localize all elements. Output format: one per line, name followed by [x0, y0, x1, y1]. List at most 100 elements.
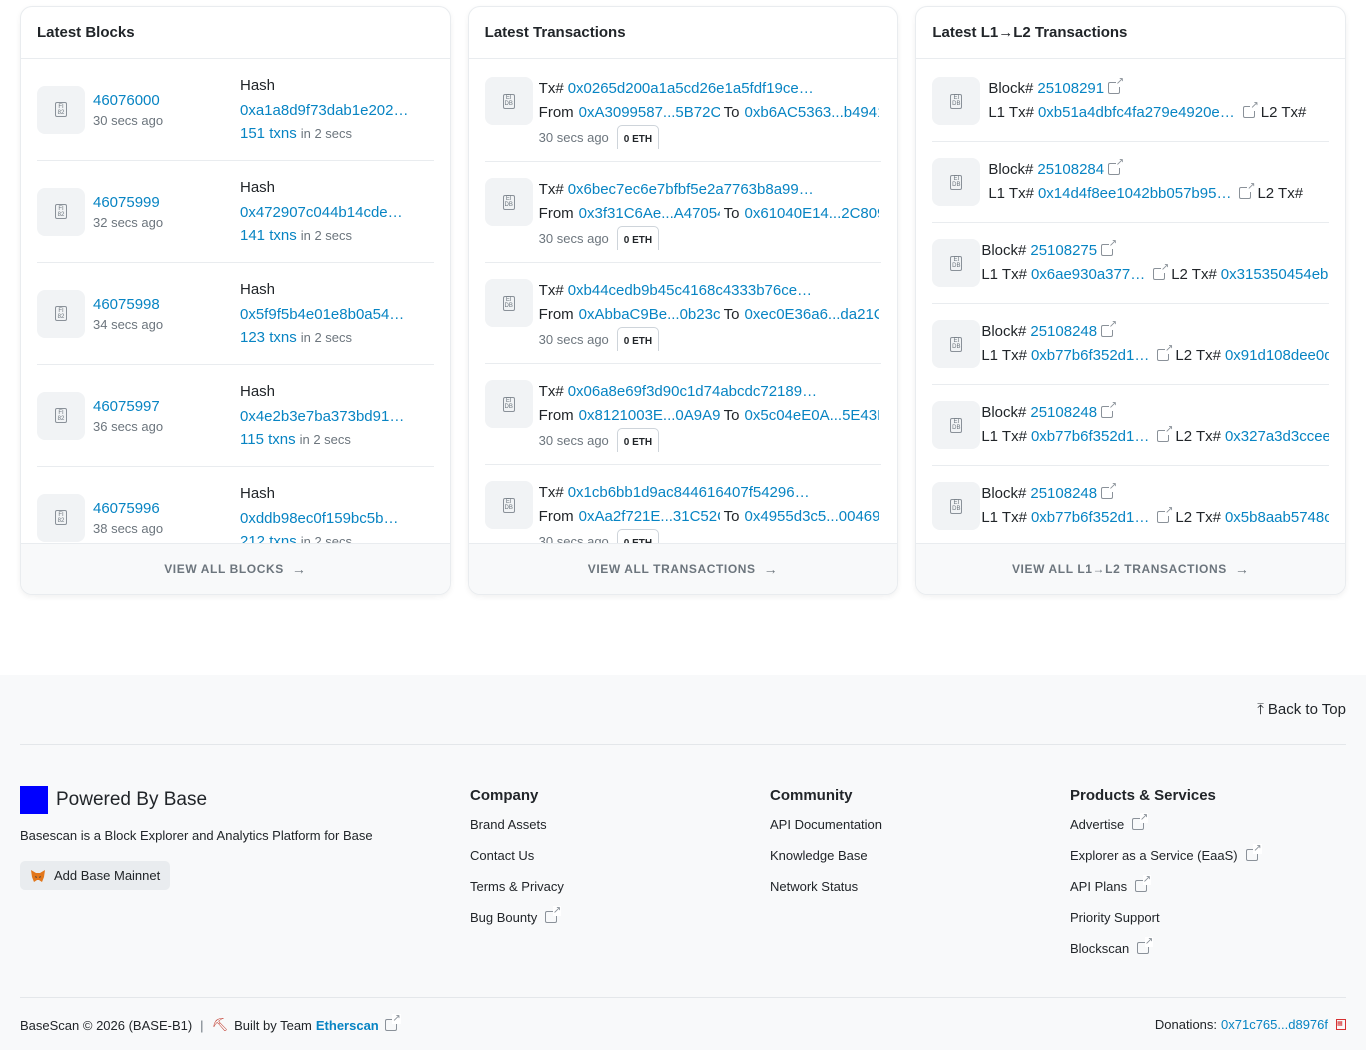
external-link-icon — [1137, 937, 1154, 954]
priority-support-link[interactable]: Priority Support — [1070, 909, 1258, 940]
l1-tx-link[interactable]: 0xb77b6f352d1… — [1031, 509, 1149, 526]
tx-value-badge: 0 ETH — [616, 529, 660, 543]
add-network-button[interactable]: Add Base Mainnet — [20, 861, 171, 890]
qr-code-icon[interactable]: ▦ — [1336, 1019, 1346, 1030]
l2-tx-link[interactable]: 0x5b8aab5748c… — [1225, 509, 1329, 526]
tx-value-badge: 0 ETH — [616, 226, 660, 250]
tx-to-link[interactable]: 0xb6AC5363...b49418 — [745, 104, 879, 121]
l2-tx-link[interactable]: 0x327a3d3cceef… — [1225, 428, 1329, 445]
brand-assets-link[interactable]: Brand Assets — [470, 816, 564, 847]
l1-block-link[interactable]: 25108275 — [1030, 242, 1097, 259]
network-status-link[interactable]: Network Status — [770, 878, 882, 909]
tx-to-link[interactable]: 0x4955d3c5...00469fE — [745, 508, 879, 525]
block-hash-link[interactable]: 0x472907c044b14cde… — [240, 204, 403, 221]
tx-hash-link[interactable]: 0x0265d200a1a5cd26e1a5fdf19ce… — [568, 80, 814, 97]
contact-us-link[interactable]: Contact Us — [470, 847, 564, 878]
block-txns-link[interactable]: 115 txns — [240, 431, 296, 448]
advertise-link[interactable]: Advertise — [1070, 813, 1258, 847]
block-number-link[interactable]: 46075996 — [93, 500, 240, 517]
external-link-icon[interactable] — [1239, 182, 1256, 199]
tx-label: Tx# — [538, 282, 564, 299]
tx-hash-link[interactable]: 0x06a8e69f3d90c1d74abcdc72189… — [568, 383, 817, 400]
hash-label: Hash — [240, 179, 276, 196]
block-number-link[interactable]: 46075997 — [93, 398, 240, 415]
terms-privacy-link[interactable]: Terms & Privacy — [470, 878, 564, 909]
external-link-icon[interactable] — [1101, 320, 1118, 337]
tx-hash-link[interactable]: 0x6bec7ec6e7bfbf5e2a7763b8a99… — [568, 181, 814, 198]
block-time: in 2 secs — [299, 432, 351, 447]
l1-tx-link[interactable]: 0x14d4f8ee1042bb057b95… — [1038, 185, 1232, 202]
block-number-link[interactable]: 46075999 — [93, 194, 240, 211]
tx-to-link[interactable]: 0xec0E36a6...da21Cb — [745, 306, 879, 323]
tx-from-link[interactable]: 0xAbbaC9Be...0b23c9 — [579, 303, 720, 327]
l1-block-link[interactable]: 25108248 — [1030, 323, 1097, 340]
knowledge-base-link[interactable]: Knowledge Base — [770, 847, 882, 878]
l1l2-details: Block#25108248L1 Tx#0xb77b6f352d1…L2 Tx#… — [980, 320, 1329, 368]
latest-l1l2-list[interactable]: EIDBBlock#25108291L1 Tx#0xb51a4dbfc4fa27… — [916, 59, 1345, 543]
bug-bounty-link[interactable]: Bug Bounty — [470, 906, 564, 940]
latest-transactions-list[interactable]: EI DB Tx# 0x0265d200a1a5cd26e1a5fdf19ce… Fro… — [469, 59, 898, 543]
block-hash-link[interactable]: 0x4e2b3e7ba373bd91… — [240, 408, 404, 425]
block-txns-link[interactable]: 151 txns — [240, 125, 297, 142]
l2-tx-link[interactable]: 0x91d108dee0d… — [1225, 347, 1329, 364]
tx-hash-link[interactable]: 0x1cb6bb1d9ac844616407f54296… — [568, 484, 810, 501]
tx-hash-link[interactable]: 0xb44cedb9b45c4168c4333b76ce… — [568, 282, 812, 299]
back-to-top-link[interactable]: ⤒ Back to Top — [1257, 701, 1346, 718]
l1-tx-link[interactable]: 0xb51a4dbfc4fa279e4920e… — [1038, 104, 1235, 121]
l1-tx-link[interactable]: 0x6ae930a377… — [1031, 266, 1145, 283]
l1-tx-line: L1 Tx#0xb51a4dbfc4fa279e4920e… L2 Tx# — [988, 101, 1329, 125]
l2-tx-link[interactable]: 0x315350454eb… — [1221, 266, 1329, 283]
external-link-icon[interactable] — [1157, 506, 1174, 523]
block-number-link[interactable]: 46076000 — [93, 92, 240, 109]
block-details: Hash 0x472907c044b14cde… 141 txns in 2 secs — [240, 179, 403, 244]
api-documentation-link[interactable]: API Documentation — [770, 816, 882, 847]
tx-meta-line: 30 secs ago 0 ETH — [539, 125, 879, 149]
blockscan-link[interactable]: Blockscan — [1070, 937, 1258, 971]
external-link-icon[interactable] — [1101, 482, 1118, 499]
block-hash-link[interactable]: 0x5f9f5b4e01e8b0a54… — [240, 306, 404, 323]
donations-address-link[interactable]: 0x71c765...d8976f — [1221, 1017, 1328, 1032]
document-icon: EI DB — [932, 239, 981, 287]
tx-from-link[interactable]: 0xAa2f721E...31C52C — [579, 505, 720, 529]
block-time: in 2 secs — [300, 534, 353, 543]
l2-tx-label: L2 Tx# — [1175, 509, 1221, 526]
l1-tx-link[interactable]: 0xb77b6f352d1… — [1031, 428, 1149, 445]
view-all-l1l2-button[interactable]: VIEW ALL L1→L2 TRANSACTIONS → — [916, 543, 1346, 594]
tx-to-link[interactable]: 0x5c04eE0A...5E43E5 — [745, 407, 879, 424]
external-link-icon[interactable] — [1108, 77, 1125, 94]
external-link-icon[interactable] — [1157, 425, 1174, 442]
transaction-row: EI DB Tx# 0x1cb6bb1d9ac844616407f54296… From… — [484, 465, 882, 543]
l1-block-link[interactable]: 25108284 — [1037, 161, 1104, 178]
block-txns-link[interactable]: 212 txns — [240, 533, 297, 543]
external-link-icon[interactable] — [1242, 101, 1259, 118]
external-link-icon[interactable] — [1157, 344, 1174, 361]
block-hash-link[interactable]: 0xa1a8d9f73dab1e202… — [240, 102, 409, 119]
latest-transactions-title: Latest Transactions — [468, 7, 898, 59]
block-number-link[interactable]: 46075998 — [93, 296, 240, 313]
external-link-icon[interactable] — [1101, 239, 1118, 256]
block-hash-link[interactable]: 0xddb98ec0f159bc5b… — [240, 510, 398, 527]
external-link-icon[interactable] — [1153, 263, 1170, 280]
view-all-blocks-button[interactable]: VIEW ALL BLOCKS → — [21, 543, 450, 594]
l1-block-link[interactable]: 25108248 — [1030, 404, 1097, 421]
block-txns-link[interactable]: 123 txns — [240, 329, 297, 346]
tx-hash-line: Tx# 0xb44cedb9b45c4168c4333b76ce… — [539, 279, 879, 303]
etherscan-link[interactable]: Etherscan — [316, 1018, 379, 1033]
api-plans-link[interactable]: API Plans — [1070, 875, 1258, 909]
l1-tx-link[interactable]: 0xb77b6f352d1… — [1031, 347, 1149, 364]
block-txns-link[interactable]: 141 txns — [240, 227, 297, 244]
tx-from-link[interactable]: 0x8121003E...0A9A95 — [579, 404, 720, 428]
external-link-icon[interactable] — [1108, 158, 1125, 175]
tx-from-link[interactable]: 0x3f31C6Ae...A47054 — [579, 202, 720, 226]
view-all-transactions-button[interactable]: VIEW ALL TRANSACTIONS → — [468, 543, 898, 594]
l1-block-link[interactable]: 25108248 — [1030, 485, 1097, 502]
tx-from-link[interactable]: 0xA3099587...5B72C2 — [579, 101, 720, 125]
latest-blocks-list[interactable]: FI 82 46076000 30 secs ago Hash 0xa1a8d9f73da… — [21, 59, 450, 543]
site-footer: ⤒ Back to Top Powered By Base Basescan is… — [0, 675, 1366, 1050]
tx-to-link[interactable]: 0x61040E14...2C809D — [745, 205, 879, 222]
pickaxe-icon: ⛏ — [211, 1017, 229, 1032]
document-icon: FI 82 — [37, 187, 85, 236]
l1-block-link[interactable]: 25108291 — [1037, 80, 1104, 97]
external-link-icon[interactable] — [1101, 401, 1118, 418]
eaas-link[interactable]: Explorer as a Service (EaaS) — [1070, 844, 1262, 878]
